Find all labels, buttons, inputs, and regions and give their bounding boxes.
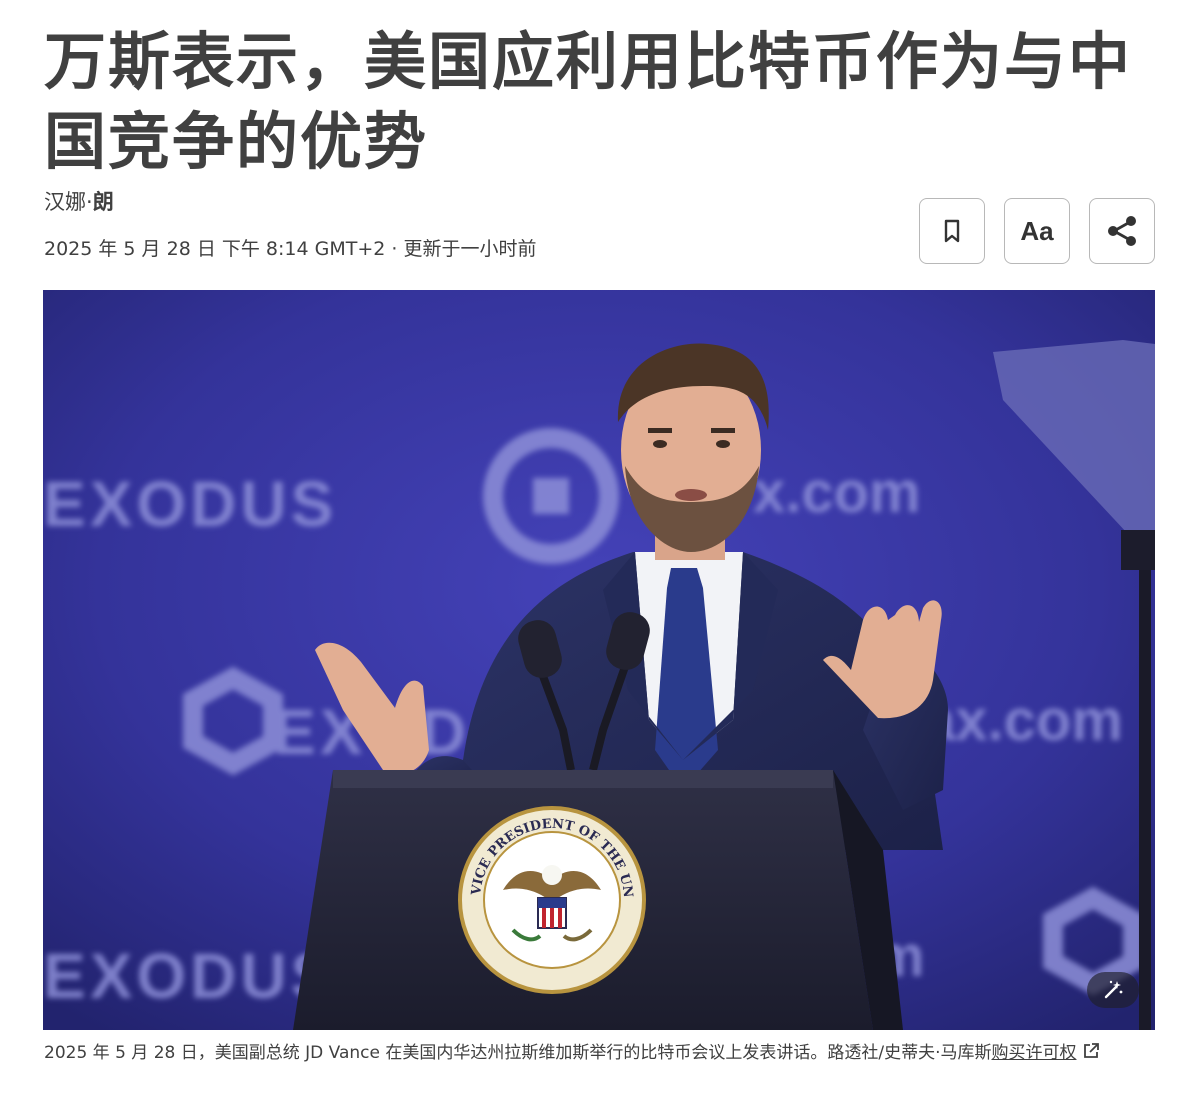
magic-wand-icon: [1104, 980, 1123, 999]
external-link-icon[interactable]: [1082, 1042, 1100, 1060]
caption-text: 2025 年 5 月 28 日，美国副总统 JD Vance 在美国内华达州拉斯…: [44, 1043, 992, 1063]
article-headline: 万斯表示，美国应利用比特币作为与中国竞争的优势: [44, 25, 1133, 178]
license-link[interactable]: 购买许可权: [991, 1043, 1076, 1063]
image-tools-button[interactable]: [1087, 972, 1139, 1008]
article-photo: EXODUS x.com EXOD ax.com EXODUS m: [43, 290, 1155, 1030]
backdrop-text-com-2: ax.com: [923, 688, 1123, 753]
article-tools: Aa: [919, 198, 1155, 264]
share-button[interactable]: [1089, 198, 1155, 264]
backdrop-text-exodus-3: EXODUS: [43, 940, 337, 1012]
byline: 汉娜·朗: [44, 186, 114, 216]
text-size-button[interactable]: Aa: [1004, 198, 1070, 264]
author-link[interactable]: 朗: [93, 190, 114, 214]
bookmark-button[interactable]: [919, 198, 985, 264]
backdrop-text-exodus-1: EXODUS: [43, 468, 337, 540]
text-size-label: Aa: [1020, 215, 1054, 246]
author-prefix: 汉娜·: [44, 190, 93, 214]
share-icon: [1108, 216, 1136, 246]
backdrop-text-com-1: x.com: [753, 460, 921, 525]
bookmark-icon: [944, 219, 960, 243]
photo-caption: 2025 年 5 月 28 日，美国副总统 JD Vance 在美国内华达州拉斯…: [44, 1040, 1154, 1066]
photo-illustration: EXODUS x.com EXOD ax.com EXODUS m: [43, 290, 1155, 1030]
dateline: 2025 年 5 月 28 日 下午 8:14 GMT+2 · 更新于一小时前: [44, 238, 537, 260]
